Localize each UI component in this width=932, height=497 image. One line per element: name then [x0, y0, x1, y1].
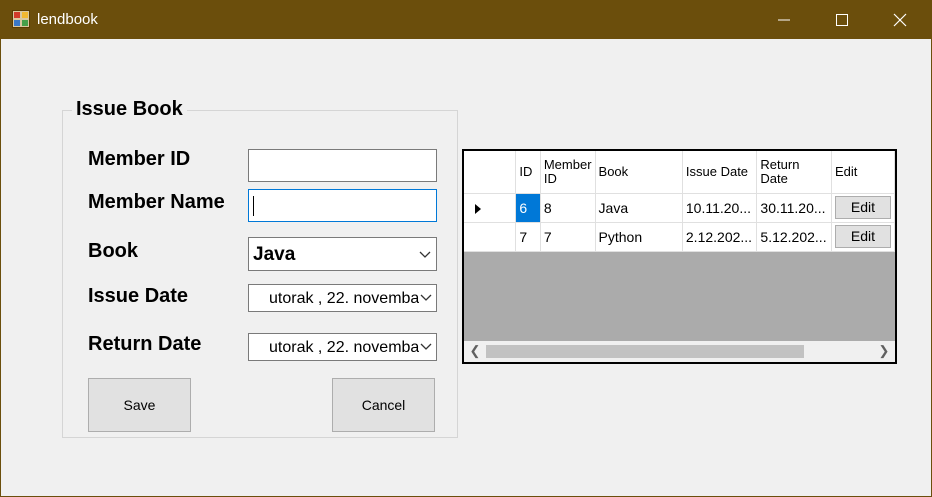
cell-id[interactable]: 7 — [515, 222, 541, 252]
current-row-arrow-icon — [475, 203, 481, 214]
book-label: Book — [88, 240, 138, 262]
scrollbar-thumb[interactable] — [486, 345, 804, 358]
app-icon — [12, 10, 30, 28]
cell-edit: Edit — [831, 222, 895, 252]
cell-issue-date[interactable]: 10.11.20... — [682, 193, 758, 223]
edit-button[interactable]: Edit — [834, 225, 891, 248]
horizontal-scrollbar[interactable]: ❮ ❯ — [464, 341, 895, 362]
cell-issue-date[interactable]: 2.12.202... — [682, 222, 758, 252]
book-select[interactable]: Java — [248, 237, 437, 271]
cell-return-date[interactable]: 30.11.20... — [756, 193, 832, 223]
table-row[interactable]: 6 8 Java 10.11.20... 30.11.20... Edit — [464, 193, 895, 223]
cell-id[interactable]: 6 — [515, 193, 541, 223]
close-icon — [893, 13, 907, 26]
chevron-down-icon — [419, 251, 431, 258]
return-date-label: Return Date — [88, 333, 202, 355]
issue-date-picker[interactable]: utorak , 22. novembar — [248, 284, 437, 312]
member-id-label: Member ID — [88, 148, 191, 170]
return-date-value: utorak , 22. novembar — [269, 339, 419, 356]
row-header-corner — [464, 151, 517, 194]
book-select-value: Java — [253, 244, 296, 265]
title-bar: lendbook — [0, 0, 932, 39]
scroll-right-icon[interactable]: ❯ — [876, 343, 892, 359]
column-header-id[interactable]: ID — [515, 151, 541, 194]
scroll-left-icon[interactable]: ❮ — [467, 343, 483, 359]
cell-member-id[interactable]: 7 — [540, 222, 596, 252]
save-button[interactable]: Save — [88, 378, 191, 432]
lendings-grid[interactable]: ID Member ID Book Issue Date Return Date… — [462, 149, 897, 364]
cell-edit: Edit — [831, 193, 895, 223]
cell-book[interactable]: Python — [595, 222, 683, 252]
close-button[interactable] — [871, 0, 929, 39]
issue-date-label: Issue Date — [88, 285, 189, 307]
minimize-button[interactable] — [755, 0, 813, 39]
cell-book[interactable]: Java — [595, 193, 683, 223]
cancel-button[interactable]: Cancel — [332, 378, 435, 432]
member-name-field[interactable] — [248, 189, 437, 222]
grid-table: ID Member ID Book Issue Date Return Date… — [464, 151, 895, 252]
cell-member-id[interactable]: 8 — [540, 193, 596, 223]
member-name-label: Member Name — [88, 191, 225, 213]
window-title: lendbook — [37, 11, 98, 28]
chevron-down-icon — [420, 294, 432, 302]
cell-return-date[interactable]: 5.12.202... — [756, 222, 832, 252]
row-header[interactable] — [464, 222, 517, 252]
group-title: Issue Book — [72, 98, 187, 121]
maximize-icon — [836, 13, 848, 26]
chevron-down-icon — [420, 343, 432, 351]
table-row[interactable]: 7 7 Python 2.12.202... 5.12.202... Edit — [464, 222, 895, 252]
issue-date-value: utorak , 22. novembar — [269, 290, 419, 307]
member-id-field[interactable] — [248, 149, 437, 182]
edit-button[interactable]: Edit — [834, 196, 891, 219]
row-header[interactable] — [464, 193, 517, 223]
column-header-return-date[interactable]: Return Date — [756, 151, 832, 194]
text-caret — [253, 196, 254, 216]
column-header-edit[interactable]: Edit — [831, 151, 895, 194]
return-date-picker[interactable]: utorak , 22. novembar — [248, 333, 437, 361]
grid-header-row: ID Member ID Book Issue Date Return Date… — [464, 151, 895, 194]
column-header-issue-date[interactable]: Issue Date — [682, 151, 758, 194]
column-header-member-id[interactable]: Member ID — [540, 151, 596, 194]
column-header-book[interactable]: Book — [595, 151, 683, 194]
minimize-icon — [778, 19, 790, 20]
maximize-button[interactable] — [813, 0, 871, 39]
